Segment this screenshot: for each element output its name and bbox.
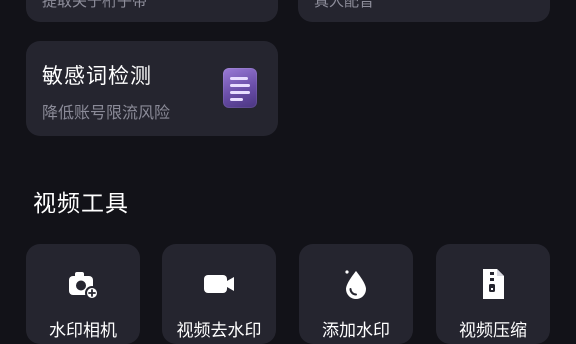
water-drop-icon xyxy=(345,270,366,299)
tool-video-remove-watermark[interactable]: 视频去水印 xyxy=(162,244,276,344)
document-list-icon xyxy=(223,68,257,108)
tool-video-remove-watermark-label: 视频去水印 xyxy=(176,321,262,341)
extract-subtitles-card[interactable]: 提取关于桁子带 xyxy=(26,0,278,22)
video-camera-icon xyxy=(204,275,234,293)
tool-add-watermark[interactable]: 添加水印 xyxy=(299,244,413,344)
extract-subtitles-card-label: 提取关于桁子带 xyxy=(42,0,148,10)
tool-add-watermark-label: 添加水印 xyxy=(322,321,390,341)
tool-video-compress[interactable]: 视频压缩 xyxy=(436,244,550,344)
sensitive-word-detection-title: 敏感词检测 xyxy=(42,64,152,88)
voice-dubbing-card-label: 真人配音 xyxy=(314,0,375,10)
camera-plus-icon xyxy=(69,272,99,300)
tool-video-compress-label: 视频压缩 xyxy=(459,321,527,341)
tool-watermark-camera-label: 水印相机 xyxy=(49,321,117,341)
sensitive-word-detection-card[interactable]: 敏感词检测 降低账号限流风险 xyxy=(26,41,278,136)
video-tools-section-title: 视频工具 xyxy=(33,191,129,217)
tool-watermark-camera[interactable]: 水印相机 xyxy=(26,244,140,344)
sensitive-word-detection-subtitle: 降低账号限流风险 xyxy=(42,103,171,122)
zip-file-icon xyxy=(483,269,504,299)
voice-dubbing-card[interactable]: 真人配音 xyxy=(298,0,550,22)
